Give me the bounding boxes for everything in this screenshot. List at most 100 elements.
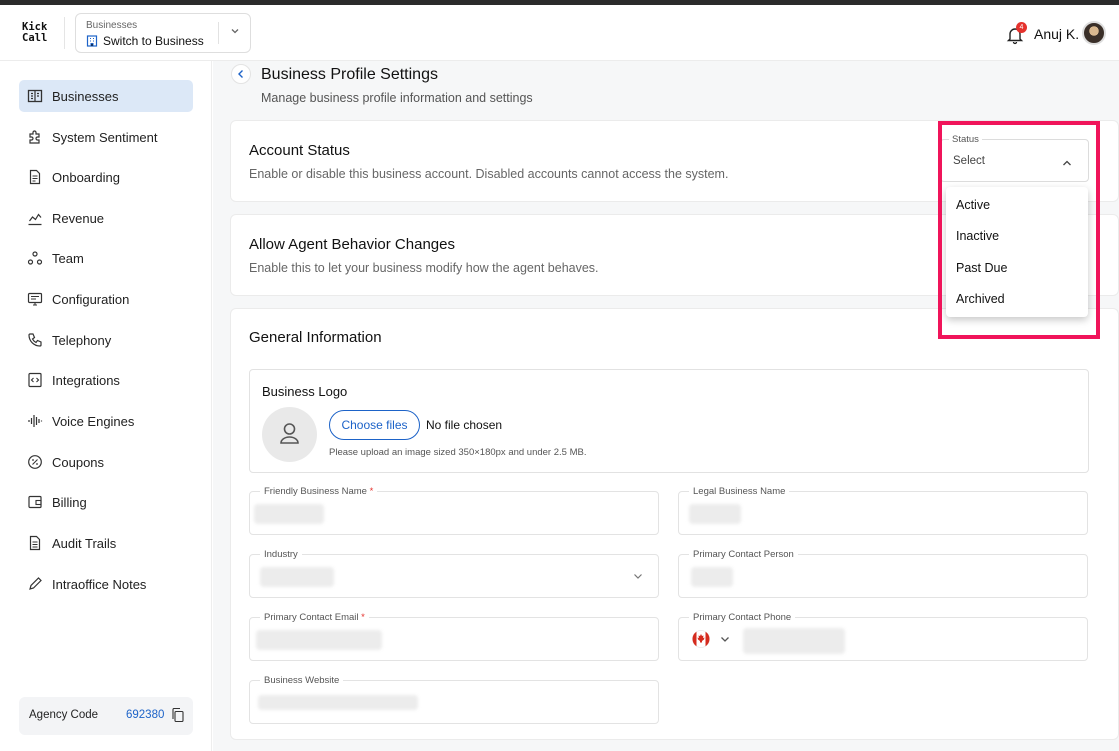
sidebar-item-configuration[interactable]: Configuration [19, 283, 193, 315]
header-divider [64, 17, 65, 49]
sidebar: Businesses System Sentiment Onboarding R… [0, 61, 212, 751]
sidebar-item-label: Onboarding [52, 169, 120, 185]
business-website-field[interactable]: Business Website [249, 675, 659, 724]
sidebar-item-revenue[interactable]: Revenue [19, 202, 193, 234]
chevron-down-icon[interactable] [228, 24, 242, 38]
code-icon [28, 372, 42, 388]
field-label: Primary Contact Email * [260, 612, 369, 623]
chevron-left-icon [238, 70, 243, 78]
business-logo-box: Business Logo Choose files No file chose… [249, 369, 1089, 473]
redacted-value [258, 695, 418, 710]
page-subtitle: Manage business profile information and … [261, 91, 533, 105]
agency-code-label: Agency Code [29, 709, 99, 721]
avatar[interactable] [1082, 21, 1106, 45]
agency-code-value: 692380 [126, 709, 165, 721]
general-information-card: General Information Business Logo Choose… [230, 308, 1119, 740]
field-label: Friendly Business Name * [260, 486, 378, 497]
list-icon [29, 535, 41, 551]
agent-behavior-title: Allow Agent Behavior Changes [249, 236, 455, 253]
field-label: Primary Contact Person [689, 549, 798, 560]
sidebar-item-system-sentiment[interactable]: System Sentiment [19, 121, 193, 153]
logo-placeholder [262, 407, 317, 462]
business-switcher-value: Switch to Business [86, 34, 204, 48]
account-status-desc: Enable or disable this business account.… [249, 167, 729, 181]
business-logo-title: Business Logo [262, 384, 348, 399]
sidebar-item-label: Businesses [52, 88, 119, 104]
primary-contact-person-field[interactable]: Primary Contact Person [678, 549, 1088, 598]
phone-icon [28, 333, 42, 347]
sidebar-item-intraoffice-notes[interactable]: Intraoffice Notes [19, 568, 193, 600]
pencil-icon [29, 577, 42, 590]
kickcall-logo[interactable]: Kick Call [22, 22, 47, 44]
field-label: Business Website [260, 675, 344, 686]
switcher-divider [218, 22, 219, 44]
sidebar-item-label: Telephony [52, 332, 112, 348]
field-label: Legal Business Name [689, 486, 790, 497]
sidebar-item-team[interactable]: Team [19, 242, 193, 274]
sidebar-item-label: Integrations [52, 372, 120, 388]
sidebar-item-label: Intraoffice Notes [52, 576, 147, 592]
page-title: Business Profile Settings [261, 66, 438, 83]
redacted-value [743, 628, 845, 654]
highlight-frame [938, 121, 1100, 339]
field-label: Primary Contact Phone [689, 612, 796, 623]
upload-hint: Please upload an image sized 350×180px a… [329, 447, 587, 458]
sidebar-item-label: Revenue [52, 210, 105, 226]
sidebar-item-audit-trails[interactable]: Audit Trails [19, 527, 193, 559]
user-icon [280, 423, 299, 444]
sidebar-item-coupons[interactable]: Coupons [19, 446, 193, 478]
no-file-text: No file chosen [426, 418, 503, 432]
waveform-icon [28, 415, 43, 427]
business-switcher[interactable]: Businesses Switch to Business [75, 13, 251, 53]
primary-contact-email-field[interactable]: Primary Contact Email * [249, 612, 659, 661]
sidebar-item-label: Voice Engines [52, 413, 135, 429]
puzzle-icon [29, 130, 40, 144]
agent-behavior-desc: Enable this to let your business modify … [249, 261, 599, 275]
copy-icon[interactable] [172, 708, 184, 722]
business-switcher-text: Switch to Business [103, 34, 204, 48]
logo-line-2: Call [22, 32, 48, 44]
team-icon [27, 251, 43, 265]
top-header: Kick Call Businesses Switch to Business … [0, 5, 1119, 61]
config-icon [27, 292, 43, 306]
trend-icon [28, 213, 42, 226]
sidebar-item-telephony[interactable]: Telephony [19, 324, 193, 356]
sidebar-item-label: Configuration [52, 291, 130, 307]
legal-business-name-field[interactable]: Legal Business Name [678, 486, 1088, 535]
back-button[interactable] [231, 64, 251, 84]
chevron-down-icon[interactable] [632, 570, 644, 582]
general-information-title: General Information [249, 329, 382, 346]
document-icon [29, 169, 41, 185]
redacted-value [254, 504, 324, 524]
building-icon [86, 35, 98, 47]
redacted-value [260, 567, 334, 587]
coupon-icon [28, 455, 42, 469]
chevron-down-icon[interactable] [719, 633, 731, 645]
building-icon [27, 89, 43, 103]
industry-select[interactable]: Industry [249, 549, 659, 598]
business-switcher-caption: Businesses [86, 20, 138, 31]
wallet-icon [28, 495, 42, 509]
sidebar-item-label: Coupons [52, 454, 105, 470]
sidebar-item-label: Billing [52, 494, 87, 510]
sidebar-item-businesses[interactable]: Businesses [19, 80, 193, 112]
sidebar-item-label: System Sentiment [52, 129, 158, 145]
redacted-value [691, 567, 733, 587]
sidebar-item-label: Team [52, 250, 84, 266]
user-name[interactable]: Anuj K. [1034, 26, 1079, 42]
redacted-value [256, 630, 382, 650]
account-status-title: Account Status [249, 142, 350, 159]
sidebar-item-onboarding[interactable]: Onboarding [19, 161, 193, 193]
field-label: Industry [260, 549, 302, 560]
primary-contact-phone-field[interactable]: Primary Contact Phone [678, 612, 1088, 661]
agency-code-box: Agency Code 692380 [19, 697, 193, 735]
sidebar-item-voice-engines[interactable]: Voice Engines [19, 405, 193, 437]
friendly-business-name-field[interactable]: Friendly Business Name * [249, 486, 659, 535]
canada-flag-icon[interactable] [691, 630, 711, 648]
sidebar-item-integrations[interactable]: Integrations [19, 364, 193, 396]
sidebar-item-label: Audit Trails [52, 535, 117, 551]
redacted-value [689, 504, 741, 524]
sidebar-item-billing[interactable]: Billing [19, 486, 193, 518]
notification-badge: 4 [1016, 22, 1027, 33]
choose-files-button[interactable]: Choose files [329, 410, 420, 440]
